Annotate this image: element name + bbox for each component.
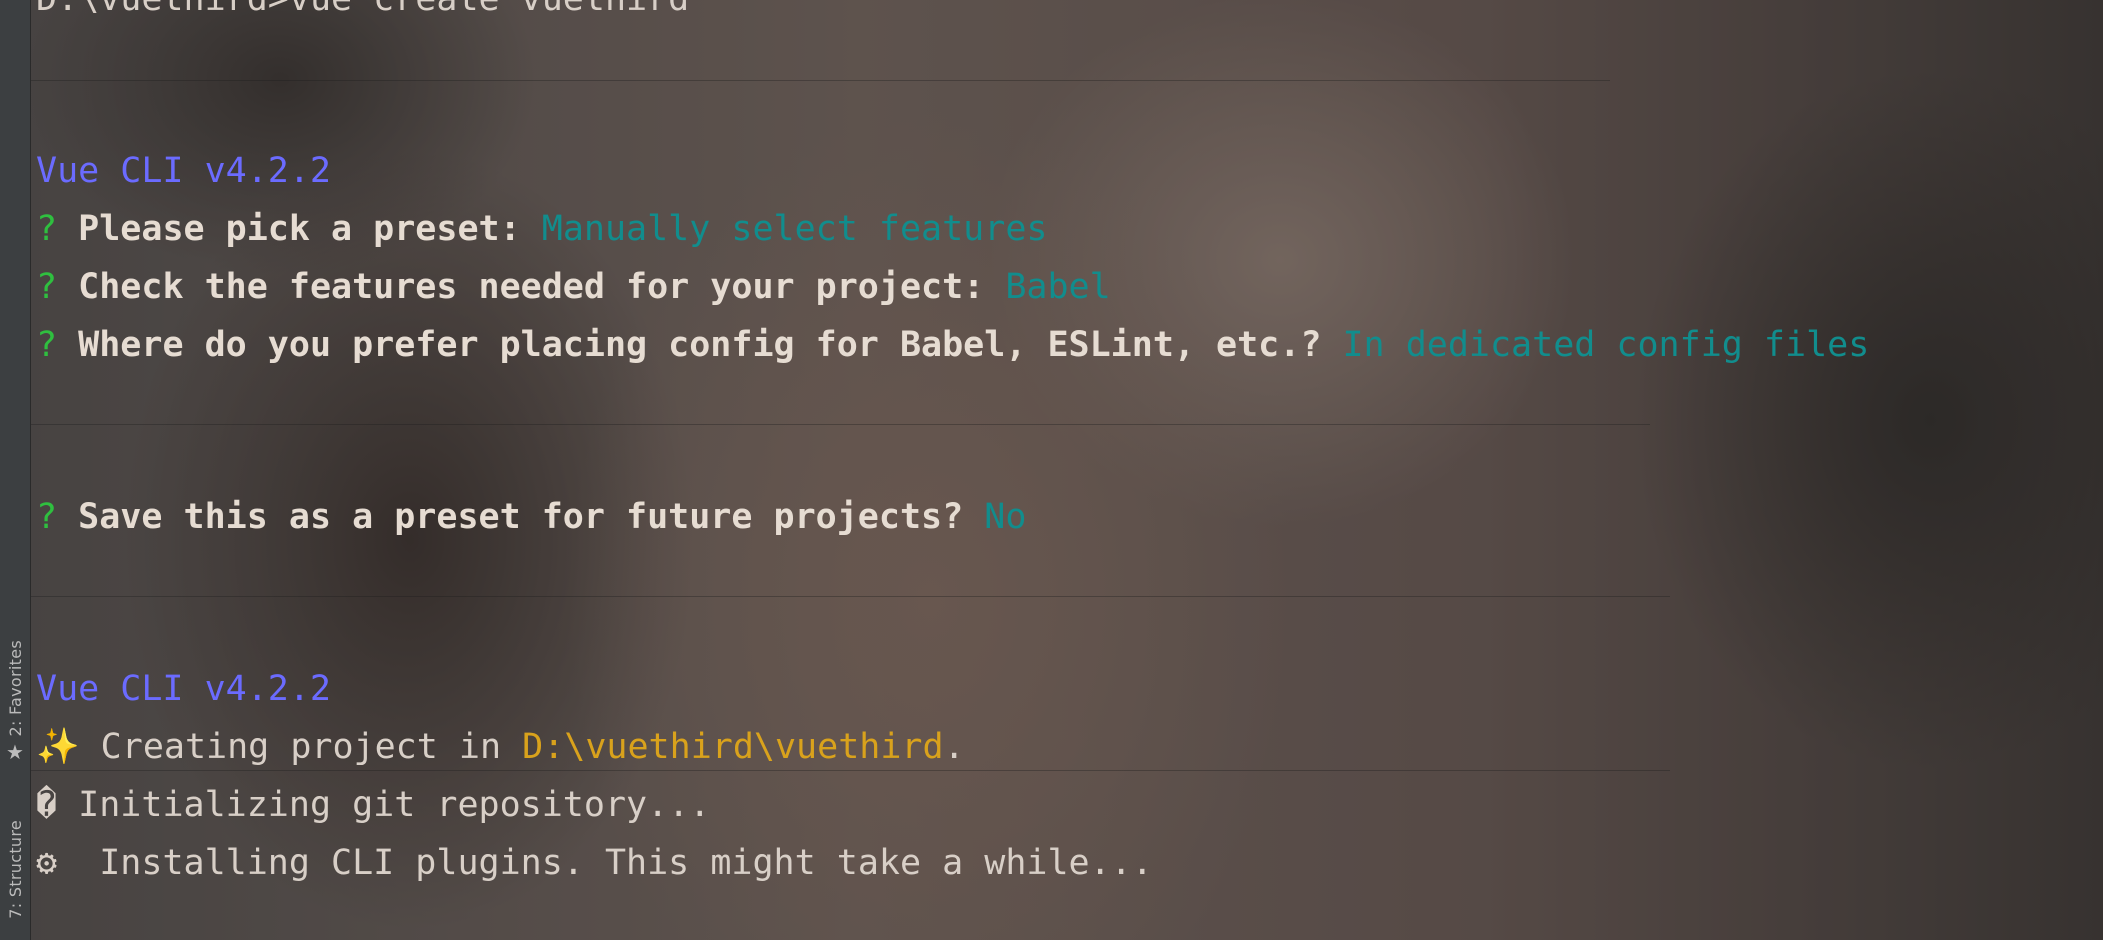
star-icon: ★ — [6, 739, 24, 764]
git-init-text: Initializing git repository... — [78, 785, 711, 825]
question-mark: ? — [36, 267, 58, 307]
terminal-panel[interactable]: D:\vuethird>vue create vuethird Vue CLI … — [30, 0, 2103, 940]
git-init-line: � Initializing git repository... — [36, 776, 710, 834]
command-line: D:\vuethird>vue create vuethird — [36, 0, 689, 28]
install-plugins-line: ⚙ Installing CLI plugins. This might tak… — [36, 834, 1153, 892]
cli-version: Vue CLI v4.2.2 — [36, 151, 332, 191]
structure-tab-label: 7: Structure — [5, 820, 25, 919]
question-text: Save this as a preset for future project… — [78, 497, 964, 537]
question-features: ? Check the features needed for your pro… — [36, 258, 1111, 316]
question-mark: ? — [36, 497, 58, 537]
cli-version: Vue CLI v4.2.2 — [36, 669, 332, 709]
answer-text: In dedicated config files — [1342, 325, 1870, 365]
structure-tab[interactable]: 7: Structure — [3, 820, 27, 919]
left-tool-strip: 2: Favorites ★ 7: Structure — [0, 0, 31, 940]
question-config: ? Where do you prefer placing config for… — [36, 316, 1869, 374]
divider — [30, 80, 1610, 81]
answer-text: No — [984, 497, 1027, 537]
creating-end: . — [943, 727, 965, 767]
cli-version-line: Vue CLI v4.2.2 — [36, 142, 331, 200]
question-save-preset: ? Save this as a preset for future proje… — [36, 488, 1026, 546]
question-preset: ? Please pick a preset: Manually select … — [36, 200, 1047, 258]
command-prompt: D:\vuethird> — [36, 0, 289, 19]
question-text: Please pick a preset: — [78, 209, 521, 249]
command-text: vue create vuethird — [289, 0, 689, 19]
project-path: D:\vuethird\vuethird — [522, 727, 944, 767]
favorites-tab-label: 2: Favorites — [5, 640, 25, 737]
install-text: Installing CLI plugins. This might take … — [99, 843, 1153, 883]
question-mark: ? — [36, 325, 58, 365]
favorites-tab[interactable]: 2: Favorites ★ — [3, 640, 27, 763]
divider — [30, 770, 1670, 771]
creating-text: Creating project in — [100, 727, 502, 767]
unknown-glyph-icon: � — [36, 785, 58, 825]
answer-text: Babel — [1005, 267, 1111, 307]
sparkles-icon: ✨ — [36, 727, 80, 767]
gear-icon: ⚙ — [36, 843, 58, 883]
divider — [30, 424, 1650, 425]
question-mark: ? — [36, 209, 58, 249]
question-text: Where do you prefer placing config for B… — [78, 325, 1322, 365]
divider — [30, 596, 1670, 597]
cli-version-line-2: Vue CLI v4.2.2 — [36, 660, 331, 718]
question-text: Check the features needed for your proje… — [78, 267, 985, 307]
creating-project-line: ✨ Creating project in D:\vuethird\vuethi… — [36, 718, 965, 776]
answer-text: Manually select features — [541, 209, 1048, 249]
